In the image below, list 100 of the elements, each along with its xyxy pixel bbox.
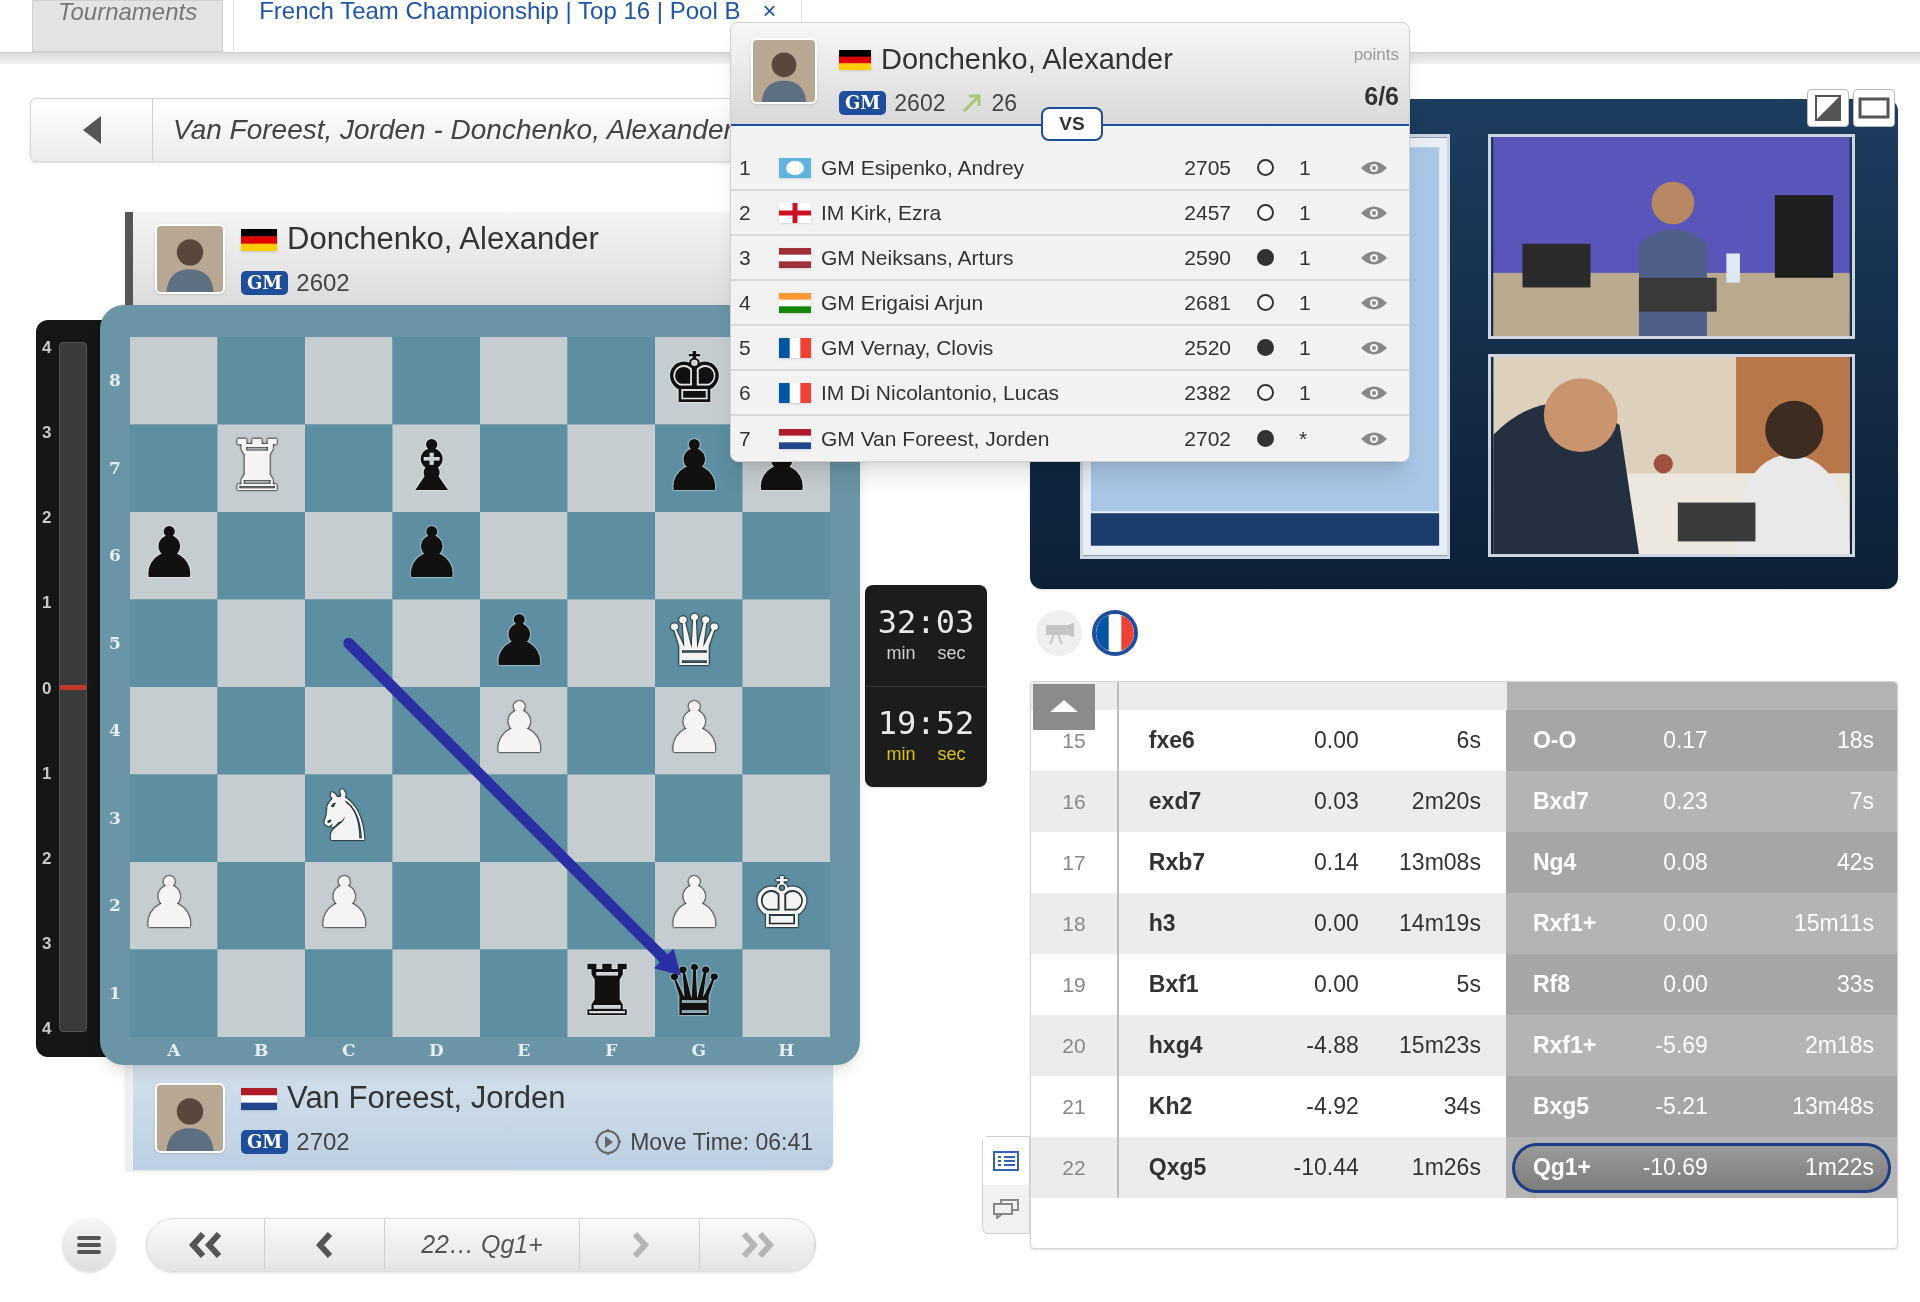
menu-icon [77,1235,101,1255]
move-time: 6s [1455,726,1481,756]
row-number: 6 [738,379,752,406]
move-time: 18s [1835,726,1874,756]
move-time: 15m11s [1792,909,1874,939]
up-triangle-icon [1049,699,1079,715]
move-entry[interactable]: Rxb7 0.14 13m08s [1118,837,1506,888]
move-time: 2m20s [1410,787,1481,817]
rank-label: 2 [109,894,121,917]
eval-scale-label: 0 [42,678,52,699]
player-name: Donchenko, Alexander [287,220,599,259]
opponent-rating: 2382 [1183,379,1231,406]
move-entry[interactable]: fxe6 0.00 6s [1118,715,1506,766]
opponent-name: GM Van Foreest, Jorden [821,425,1051,452]
move-evaluation: 0.00 [1313,970,1359,1000]
eval-scale-label: 2 [42,508,52,529]
previous-move-icon [315,1232,334,1258]
eval-scale-label: 4 [42,338,52,358]
move-evaluation: 0.08 [1662,848,1708,878]
move-notation: O-O [1532,726,1578,756]
move-notation: Kh2 [1148,1092,1194,1122]
move-evaluation: 0.00 [1313,909,1359,939]
move-notation: fxe6 [1148,726,1196,756]
rank-label: 4 [109,719,121,742]
move-time: 14m19s [1398,909,1481,939]
title-badge: GM [839,90,887,115]
move-notation: Qxg5 [1148,1153,1208,1183]
points-label: points [1353,44,1399,66]
move-evaluation: -4.88 [1305,1031,1359,1061]
menu-button[interactable] [62,1218,116,1272]
move-time: 5s [1455,970,1481,1000]
move-notation: Bxg5 [1532,1092,1591,1122]
clock-unit: min [886,743,916,767]
rank-label: 3 [109,806,121,830]
eval-marker [60,685,87,690]
side-tab[interactable] [983,1137,1029,1185]
eval-scale-label: 4 [42,1019,52,1039]
eval-scale-label: 3 [42,933,52,954]
move-time: 34s [1442,1092,1481,1122]
clock-unit: min [886,641,916,665]
move-evaluation: -10.44 [1292,1153,1359,1183]
move-entry[interactable]: Qg1+ -10.69 1m22s [1511,1142,1891,1193]
move-time: 13m08s [1398,848,1481,878]
row-number: 4 [738,289,752,316]
player-rating: 2702 [296,1126,350,1157]
opponent-name: IM Di Nicolantonio, Lucas [821,379,1061,406]
move-time: 2m18s [1803,1031,1874,1061]
move-time: 33s [1835,970,1874,1000]
back-arrow-icon [82,116,101,144]
rank-label: 8 [109,369,121,392]
move-time: 1m22s [1803,1153,1874,1183]
eval-scale-label: 1 [42,593,52,614]
window-button[interactable] [1853,89,1895,127]
move-notation: Qg1+ [1532,1153,1593,1183]
move-entry[interactable]: Bxf1 0.00 5s [1118,959,1506,1010]
opponent-name: GM Erigaisi Arjun [821,289,985,316]
game-result: 1 [1299,154,1312,181]
move-evaluation: -5.21 [1654,1092,1708,1122]
move-evaluation: 0.14 [1313,848,1359,878]
player-rating: 2602 [894,88,946,118]
move-time: 13m48s [1791,1092,1874,1122]
move-evaluation: 0.23 [1662,787,1708,817]
close-tab-button[interactable]: × [762,0,777,22]
scroll-up-button[interactable] [1033,684,1095,730]
move-notation: Rf8 [1532,970,1571,1000]
resize-button[interactable] [1807,89,1849,127]
rating-change: 26 [991,88,1018,118]
game-result: 1 [1299,244,1312,271]
tab-label: Tournaments [58,1,198,23]
move-notation: h3 [1148,909,1177,939]
move-notation: exd7 [1148,787,1203,817]
move-number: 22 [1062,1154,1086,1181]
opponent-rating: 2520 [1183,334,1231,361]
move-number: 15 [1062,727,1086,754]
opponent-rating: 2705 [1183,154,1231,181]
move-time: 15m23s [1398,1031,1481,1061]
versus-badge: VS [1041,107,1103,141]
points-value: 6/6 [1364,80,1399,112]
move-notation: Rxf1+ [1532,909,1598,939]
move-notation: Bxf1 [1148,970,1200,1000]
move-entry[interactable]: Kh2 -4.92 34s [1118,1081,1506,1132]
file-label: B [253,1039,270,1063]
row-number: 1 [738,154,752,181]
move-number: 16 [1062,788,1086,815]
move-evaluation: 0.17 [1662,726,1708,756]
player-name: Van Foreest, Jorden [287,1079,566,1118]
move-time: 1m26s [1410,1153,1481,1183]
camera-button[interactable] [1036,610,1082,656]
move-time: Move Time: 06:41 [630,1127,813,1157]
rank-label: 7 [109,456,121,480]
opponent-name: IM Kirk, Ezra [821,199,943,226]
tab[interactable]: French Team Championship | Top 16 | Pool B × [233,0,803,52]
clock-unit: sec [937,641,966,665]
move-evaluation: 0.03 [1313,787,1359,817]
move-evaluation: 0.00 [1313,726,1359,756]
move-notation: Bxd7 [1532,787,1591,817]
move-number: 20 [1062,1032,1086,1059]
tab[interactable]: Tournaments [32,0,224,52]
opponent-name: GM Neiksans, Arturs [821,244,1015,271]
rank-label: 5 [109,631,121,655]
